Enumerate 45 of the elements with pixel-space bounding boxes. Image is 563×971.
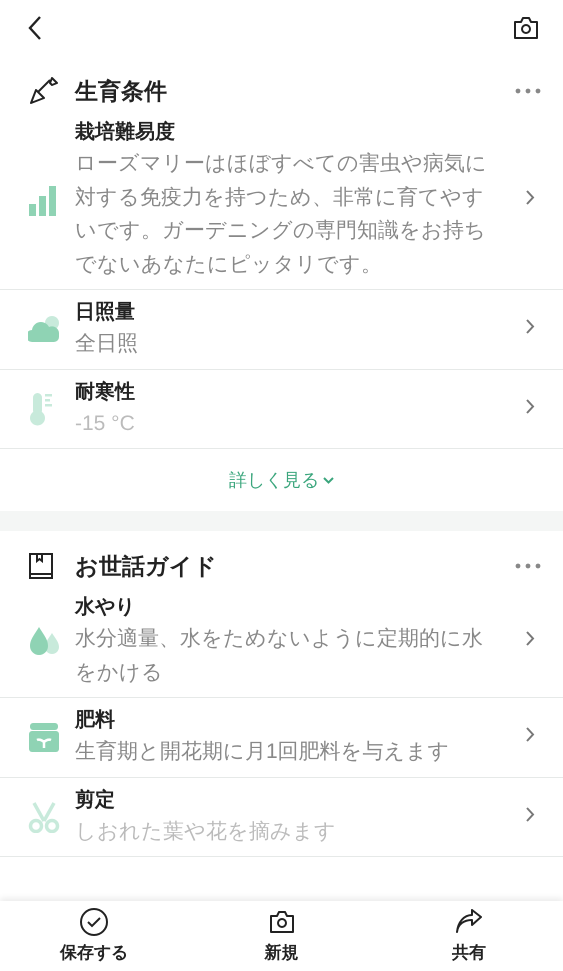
scissors-icon xyxy=(28,800,60,833)
signal-bars-icon xyxy=(28,184,58,216)
water-drops-icon xyxy=(28,625,60,657)
chevron-right-icon xyxy=(526,727,535,742)
share-arrow-icon xyxy=(454,909,484,935)
row-description: ローズマリーはほぼすべての害虫や病気に対する免疫力を持つため、非常に育てやすいです。ガーデニングの専門知識をお持ちでないあなたにピッタリです。 xyxy=(75,151,488,278)
row-title: 耐寒性 xyxy=(75,380,136,404)
row-title: 肥料 xyxy=(75,708,116,733)
row-description: 全日照 xyxy=(75,331,139,357)
back-button[interactable] xyxy=(28,15,42,41)
fertilizer-bag-icon xyxy=(28,721,60,754)
care-row[interactable]: 水やり 水分適量、水をためないように定期的に水をかける xyxy=(0,585,563,698)
camera-button[interactable] xyxy=(511,15,541,41)
chevron-right-icon xyxy=(526,398,535,414)
row-description: しおれた葉や花を摘みます xyxy=(75,818,337,844)
camera-icon xyxy=(268,909,296,935)
thermometer-icon xyxy=(28,392,54,426)
more-options-icon[interactable] xyxy=(515,88,541,94)
row-description: -15 °C xyxy=(75,410,136,436)
row-description: 生育期と開花期に月1回肥料を与えます xyxy=(75,739,451,765)
checkmark-circle-icon xyxy=(78,907,109,937)
row-title: 水やり xyxy=(75,595,136,620)
row-description: 水分適量、水をためないように定期的に水をかける xyxy=(75,626,484,686)
chevron-down-icon xyxy=(323,476,334,484)
tab-bar-button[interactable]: 保存する xyxy=(0,905,188,971)
care-row[interactable]: 肥料 生育期と開花期に月1回肥料を与えます xyxy=(0,698,563,778)
trowel-icon xyxy=(28,76,60,106)
book-icon xyxy=(28,552,54,580)
care-row[interactable]: 栽培難易度 ローズマリーはほぼすべての害虫や病気に対する免疫力を持つため、非常に育てやすいです。ガーデニングの専門知識をお持ちでないあなたにピッタリです。 xyxy=(0,110,563,290)
chevron-right-icon xyxy=(526,806,535,822)
row-title: 日照量 xyxy=(75,300,136,325)
row-title: 栽培難易度 xyxy=(75,120,176,145)
section-title: お世話ガイド xyxy=(75,552,217,580)
section-title: 生育条件 xyxy=(75,76,167,106)
care-row[interactable]: 耐寒性 -15 °C xyxy=(0,370,563,449)
more-options-icon[interactable] xyxy=(515,563,541,569)
row-title: 剪定 xyxy=(75,788,116,812)
tab-bar-button[interactable]: 共有 xyxy=(375,905,563,971)
chevron-right-icon xyxy=(526,319,535,334)
care-row[interactable]: 剪定 しおれた葉や花を摘みます xyxy=(0,778,563,857)
chevron-right-icon xyxy=(526,190,535,204)
cloud-icon xyxy=(28,315,60,344)
care-row[interactable]: 日照量 全日照 xyxy=(0,290,563,370)
tab-bar-button[interactable]: 新規 xyxy=(188,905,376,971)
chevron-right-icon xyxy=(526,631,535,646)
